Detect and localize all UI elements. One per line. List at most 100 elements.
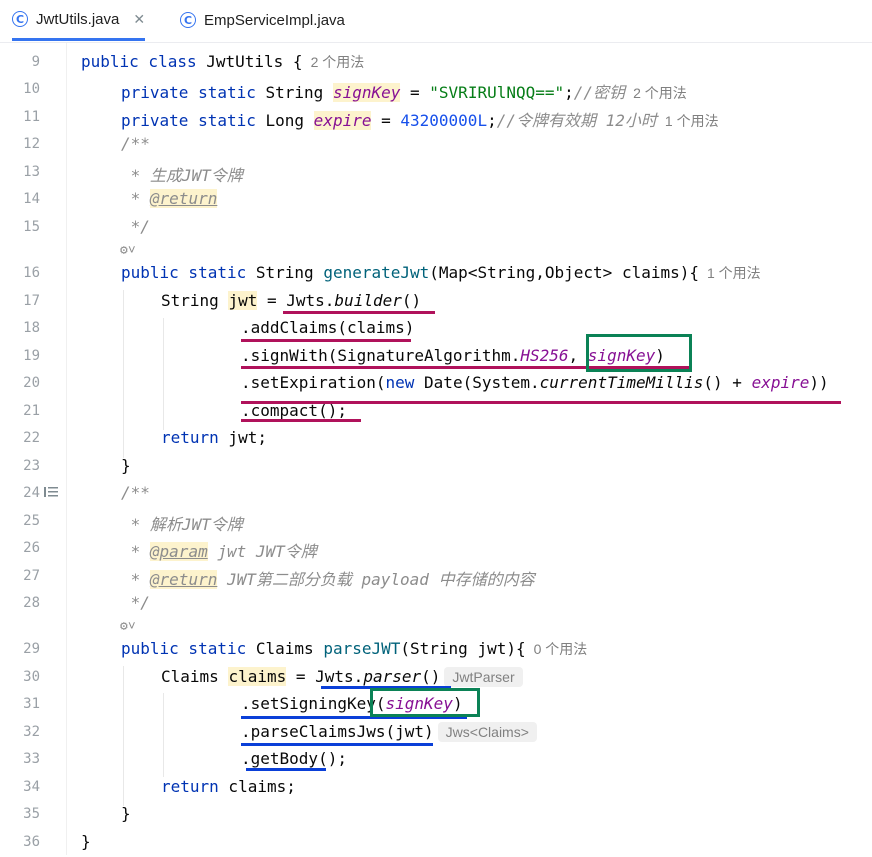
- line-number: 22: [23, 430, 40, 446]
- code-text: .compact();: [241, 401, 347, 420]
- line-number: 20: [23, 375, 40, 391]
- javadoc-tag: @return: [149, 570, 218, 589]
- code-line-27: 27 * @return JWT第二部分负载 payload 中存储的内容: [0, 564, 872, 591]
- code-line-9: 9 public class JwtUtils {2 个用法: [0, 50, 872, 77]
- javadoc-tag: @return: [149, 189, 218, 208]
- doc-comment: *: [121, 189, 150, 208]
- code-line-33: 33 .getBody();: [0, 747, 872, 774]
- usage-hint[interactable]: 2 个用法: [311, 54, 365, 70]
- tab-empserviceimpl[interactable]: C EmpServiceImpl.java: [180, 0, 345, 40]
- call-parens: (): [421, 667, 441, 686]
- operator: =: [400, 83, 430, 102]
- code-text: }: [121, 804, 131, 823]
- code-text: Date(System.: [414, 373, 540, 392]
- type-name: Claims: [161, 667, 219, 686]
- static-method: builder: [334, 291, 402, 310]
- ai-fold-icon[interactable]: ⚙˅: [120, 243, 136, 258]
- class-icon: C: [12, 11, 28, 27]
- close-paren: ): [655, 346, 665, 365]
- type-inlay-hint: JwtParser: [444, 667, 523, 687]
- code-line-29: 29 public static Claims parseJWT(String …: [0, 637, 872, 664]
- line-number: 19: [23, 348, 40, 364]
- code-text: .getBody();: [241, 749, 347, 768]
- code-line-17: 17 String jwt = Jwts.builder(): [0, 289, 872, 316]
- code-line-21: 21 .compact();: [0, 399, 872, 426]
- code-text: .setExpiration(: [241, 373, 386, 392]
- code-line-34: 34 return claims;: [0, 775, 872, 802]
- class-name: JwtUtils {: [206, 52, 303, 71]
- code-line-15: 15 */: [0, 215, 872, 242]
- number-literal: 43200000L: [400, 111, 488, 130]
- keyword: private static: [121, 83, 256, 102]
- code-text: jwt;: [218, 428, 267, 447]
- line-number: 28: [23, 595, 40, 611]
- code-text: }: [81, 832, 91, 851]
- usage-hint[interactable]: 0 个用法: [534, 641, 588, 657]
- line-number: 18: [23, 320, 40, 336]
- list-icon[interactable]: [44, 486, 58, 502]
- line-comment: //密钥: [573, 83, 626, 102]
- doc-comment: * 生成JWT令牌: [121, 166, 243, 185]
- string-literal: "SVRIRUlNQQ==": [429, 83, 565, 102]
- class-ref: Jwts.: [315, 667, 364, 686]
- code-line-25: 25 * 解析JWT令牌: [0, 509, 872, 536]
- class-ref: Jwts.: [286, 291, 335, 310]
- line-number: 16: [23, 265, 40, 281]
- code-line-23: 23 }: [0, 454, 872, 481]
- line-number: 31: [23, 696, 40, 712]
- line-number: 13: [23, 164, 40, 180]
- line-number: 27: [23, 568, 40, 584]
- code-text: () +: [703, 373, 752, 392]
- code-text: .setSigningKey(: [241, 694, 386, 713]
- doc-comment: /**: [121, 483, 150, 502]
- code-line-16: 16 public static String generateJwt(Map<…: [0, 261, 872, 288]
- field-name: signKey: [587, 346, 656, 365]
- line-number: 30: [23, 669, 40, 685]
- field-name: expire: [313, 111, 372, 130]
- keyword: return: [161, 428, 219, 447]
- field-name: signKey: [385, 694, 453, 713]
- close-paren: )): [809, 373, 829, 392]
- code-line-10: 10 private static String signKey = "SVRI…: [0, 77, 872, 104]
- type-name: Long: [265, 111, 305, 130]
- line-number: 26: [23, 540, 40, 556]
- static-method: parser: [363, 667, 422, 686]
- code-line-19: 19 .signWith(SignatureAlgorithm.HS256, s…: [0, 344, 872, 371]
- doc-comment: */: [121, 217, 150, 236]
- line-number: 11: [23, 109, 40, 125]
- usage-hint[interactable]: 1 个用法: [665, 113, 719, 129]
- close-icon[interactable]: ✕: [133, 11, 145, 28]
- code-line-22: 22 return jwt;: [0, 426, 872, 453]
- method-name: parseJWT: [323, 639, 401, 658]
- semicolon: ;: [487, 111, 497, 130]
- keyword: public class: [81, 52, 197, 71]
- keyword: public static: [121, 639, 247, 658]
- code-text: .signWith(SignatureAlgorithm.: [241, 346, 521, 365]
- call-parens: (): [401, 291, 422, 310]
- type-name: String: [265, 83, 324, 102]
- type-name: Claims: [255, 639, 314, 658]
- doc-comment: * 解析JWT令牌: [121, 515, 243, 534]
- ai-fold-icon[interactable]: ⚙˅: [120, 619, 136, 634]
- parameters: (String jwt){: [400, 639, 526, 658]
- tab-label: JwtUtils.java: [36, 10, 120, 28]
- type-name: String: [161, 291, 219, 310]
- code-line-24: 24 /**: [0, 481, 872, 508]
- doc-comment: */: [121, 593, 150, 612]
- field-name: signKey: [332, 83, 401, 102]
- operator: =: [371, 111, 401, 130]
- operator: =: [286, 667, 316, 686]
- line-number: 14: [23, 191, 40, 207]
- tab-jwtutils[interactable]: C JwtUtils.java ✕: [12, 0, 146, 41]
- usage-hint[interactable]: 2 个用法: [633, 85, 687, 101]
- line-number: 34: [23, 779, 40, 795]
- doc-comment: /**: [121, 134, 150, 153]
- code-line-35: 35 }: [0, 802, 872, 829]
- type-inlay-hint: Jws<Claims>: [437, 722, 537, 742]
- line-number: 12: [23, 136, 40, 152]
- code-line-11: 11 private static Long expire = 43200000…: [0, 105, 872, 132]
- class-icon: C: [180, 12, 196, 28]
- line-number: 25: [23, 513, 40, 529]
- method-name: generateJwt: [323, 263, 430, 282]
- usage-hint[interactable]: 1 个用法: [707, 265, 761, 281]
